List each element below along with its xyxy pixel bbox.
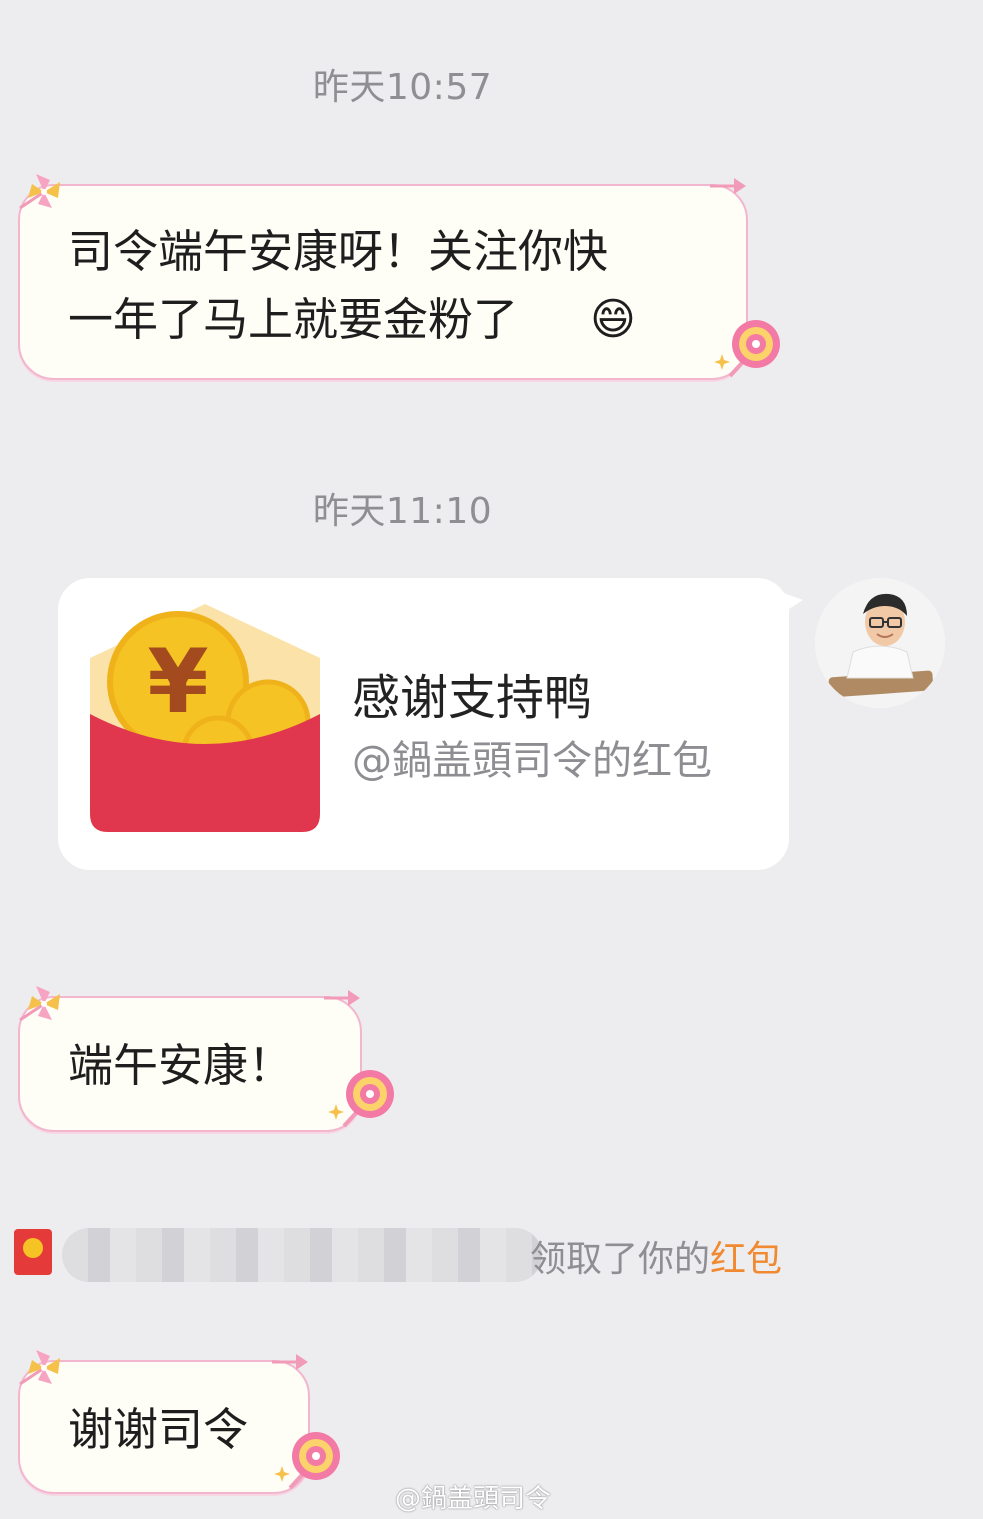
message-text: 司令端午安康呀！关注你快 xyxy=(68,225,609,278)
arrow-icon xyxy=(710,178,746,194)
red-packet-link[interactable]: 红包 xyxy=(710,1239,782,1280)
pinwheel-icon xyxy=(19,1350,60,1386)
timestamp: 昨天10:57 xyxy=(312,67,493,108)
pinwheel-icon xyxy=(19,174,60,210)
arrow-icon xyxy=(324,990,360,1006)
avatar[interactable] xyxy=(815,578,945,708)
message-text: 谢谢司令 xyxy=(68,1403,249,1456)
avatar-image xyxy=(815,578,945,708)
red-packet-notice: 领取了你的红包 xyxy=(530,1230,782,1282)
red-packet-subtitle: @鍋盖頭司令的红包 xyxy=(352,738,712,784)
message-text: 一年了马上就要金粉了 xyxy=(68,293,519,346)
message-text: 端午安康！ xyxy=(68,1039,294,1092)
bubble-tail xyxy=(775,590,803,618)
arrow-icon xyxy=(272,1354,308,1370)
svg-text:¥: ¥ xyxy=(147,630,208,733)
red-envelope-icon xyxy=(14,1229,52,1275)
red-envelope-icon: ¥ xyxy=(90,604,320,832)
lollipop-icon xyxy=(328,1070,394,1128)
pinwheel-icon xyxy=(19,986,60,1022)
red-packet-title: 感谢支持鸭 xyxy=(352,670,593,726)
lollipop-icon xyxy=(274,1432,340,1490)
grin-emoji-icon: 😄 xyxy=(590,294,636,345)
blurred-username xyxy=(62,1228,542,1282)
notice-text: 领取了你的 xyxy=(530,1239,711,1280)
lollipop-icon xyxy=(714,320,780,378)
timestamp: 昨天11:10 xyxy=(312,491,493,532)
watermark: @鍋盖頭司令 xyxy=(395,1484,552,1514)
